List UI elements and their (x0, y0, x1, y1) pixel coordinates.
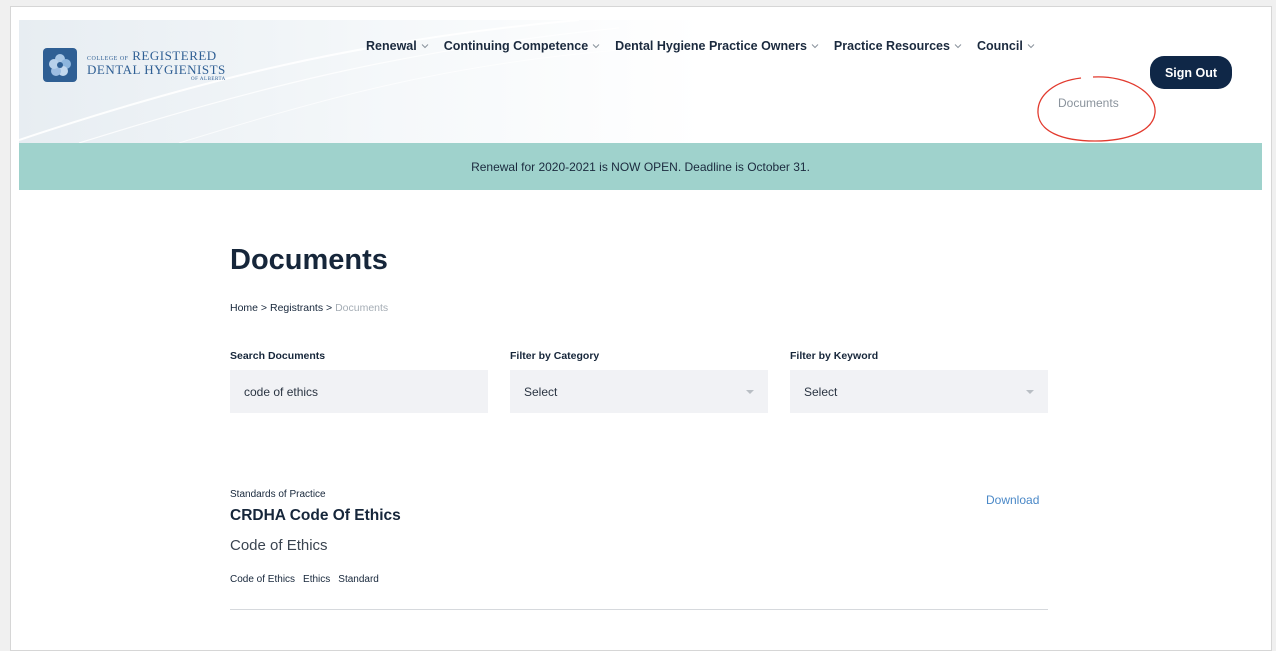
breadcrumb-current: Documents (335, 302, 389, 314)
breadcrumb-separator: > (258, 302, 270, 314)
renewal-banner: Renewal for 2020-2021 is NOW OPEN. Deadl… (19, 143, 1262, 190)
submenu-documents[interactable]: Documents (1058, 96, 1119, 110)
nav-council[interactable]: Council (977, 39, 1035, 53)
result-tag[interactable]: Standard (338, 574, 379, 585)
nav-council-label: Council (976, 39, 1023, 53)
caret-down-icon (746, 389, 754, 394)
logo-college-of: COLLEGE OF (87, 55, 129, 62)
result-description: Code of Ethics (230, 537, 328, 554)
nav-continuing-competence-label: Continuing Competence (443, 39, 589, 53)
search-documents-input[interactable] (230, 370, 488, 413)
nav-practice-owners[interactable]: Dental Hygiene Practice Owners (615, 39, 819, 53)
logo-of-alberta: OF ALBERTA (191, 76, 226, 82)
nav-practice-owners-label: Dental Hygiene Practice Owners (615, 39, 807, 53)
logo-flower-icon (43, 48, 77, 82)
filter-keyword-select[interactable]: Select (790, 370, 1048, 413)
nav-continuing-competence[interactable]: Continuing Competence (444, 39, 600, 53)
logo-wordmark: COLLEGE OF REGISTERED DENTAL HYGIENISTS … (87, 49, 226, 82)
nav-practice-resources-label: Practice Resources (833, 39, 950, 53)
filter-keyword-value: Select (804, 384, 838, 399)
filter-category-label: Filter by Category (510, 350, 600, 362)
chevron-down-icon (592, 44, 600, 49)
chevron-down-icon (811, 44, 819, 49)
result-tag[interactable]: Ethics (303, 574, 330, 585)
page-title: Documents (230, 244, 388, 276)
filter-category-select[interactable]: Select (510, 370, 768, 413)
sign-out-button[interactable]: Sign Out (1150, 56, 1232, 89)
main-nav: Renewal Continuing Competence Dental Hyg… (366, 39, 1050, 53)
site-logo[interactable]: COLLEGE OF REGISTERED DENTAL HYGIENISTS … (43, 48, 226, 82)
breadcrumb-home[interactable]: Home (230, 302, 258, 314)
nav-renewal[interactable]: Renewal (366, 39, 429, 53)
nav-practice-resources[interactable]: Practice Resources (834, 39, 962, 53)
nav-renewal-label: Renewal (366, 39, 417, 53)
chevron-down-icon (421, 44, 429, 49)
logo-registered: REGISTERED (132, 47, 217, 63)
chevron-down-icon (954, 44, 962, 49)
download-link[interactable]: Download (986, 493, 1039, 507)
filter-keyword-label: Filter by Keyword (790, 350, 879, 362)
result-divider (230, 609, 1048, 610)
breadcrumb: Home > Registrants > Documents (230, 302, 388, 314)
renewal-banner-text: Renewal for 2020-2021 is NOW OPEN. Deadl… (471, 159, 810, 174)
result-category: Standards of Practice (230, 489, 326, 500)
site-header: COLLEGE OF REGISTERED DENTAL HYGIENISTS … (19, 20, 1262, 143)
caret-down-icon (1026, 389, 1034, 394)
result-tags: Code of Ethics Ethics Standard (230, 574, 387, 585)
result-tag[interactable]: Code of Ethics (230, 574, 295, 585)
breadcrumb-registrants[interactable]: Registrants (270, 302, 323, 314)
search-documents-label: Search Documents (230, 350, 326, 362)
logo-dental-hygienists: DENTAL HYGIENISTS (87, 61, 226, 77)
breadcrumb-separator: > (323, 302, 336, 314)
filter-category-value: Select (524, 384, 558, 399)
result-title[interactable]: CRDHA Code Of Ethics (230, 507, 401, 525)
chevron-down-icon (1027, 44, 1035, 49)
